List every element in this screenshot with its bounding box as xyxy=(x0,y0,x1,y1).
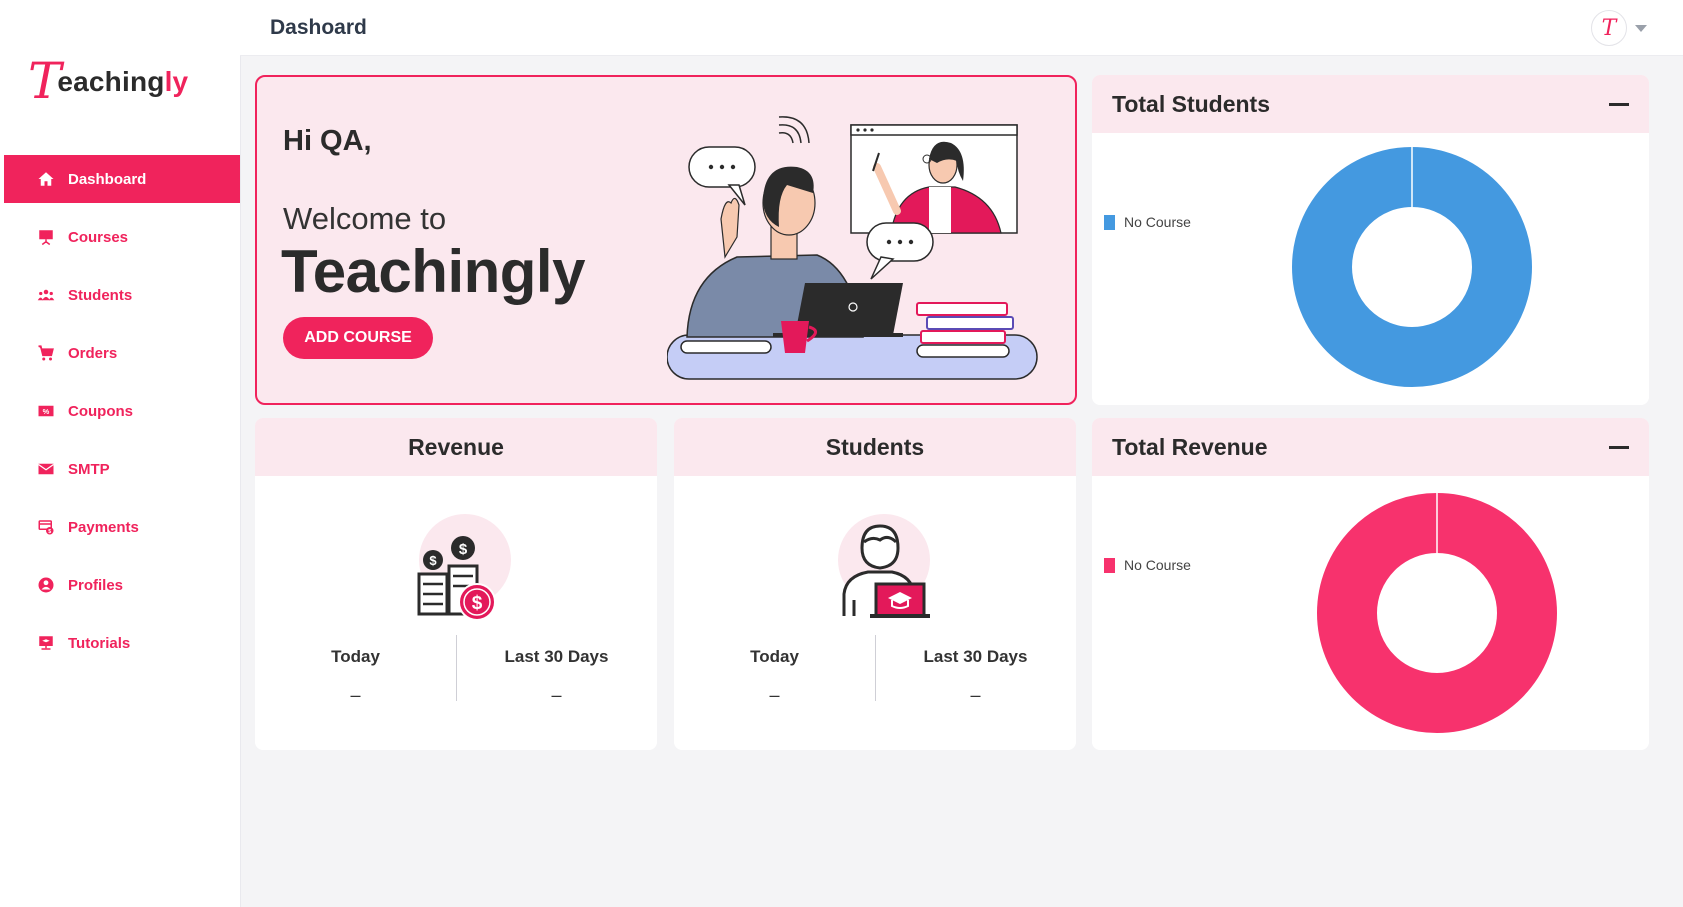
panel-title: Total Revenue xyxy=(1112,433,1268,460)
total-students-card: Total Students No Course xyxy=(1092,75,1649,405)
panel-header: Total Students xyxy=(1092,75,1649,133)
revenue-stats: Today – Last 30 Days – xyxy=(255,633,657,713)
students-today: Today – xyxy=(674,633,875,713)
payments-icon: $ xyxy=(34,518,58,536)
sidebar-item-label: Tutorials xyxy=(68,634,131,652)
panel-header: Revenue xyxy=(255,418,657,476)
sidebar-item-coupons[interactable]: % Coupons xyxy=(4,387,240,435)
stat-label: Today xyxy=(750,647,799,666)
sidebar-item-orders[interactable]: Orders xyxy=(4,329,240,377)
divider xyxy=(875,635,876,701)
panel-title: Revenue xyxy=(408,433,504,460)
panel-header: Total Revenue xyxy=(1092,418,1649,476)
panel-header: Students xyxy=(674,418,1076,476)
cart-icon xyxy=(34,344,58,362)
page-title: Dashoard xyxy=(270,16,367,39)
chevron-down-icon[interactable] xyxy=(1635,24,1647,32)
users-icon xyxy=(34,286,58,304)
teachingly-logo[interactable]: T eachingly xyxy=(28,56,188,106)
welcome-text: Welcome to xyxy=(283,201,447,236)
svg-text:%: % xyxy=(43,407,50,416)
total-revenue-donut-chart xyxy=(1317,493,1557,733)
logo-mark: T xyxy=(28,52,62,110)
sidebar-item-label: Orders xyxy=(68,344,118,362)
top-header: Dashoard T xyxy=(240,0,1683,56)
sidebar-item-dashboard[interactable]: Dashboard xyxy=(4,155,240,203)
user-circle-icon xyxy=(34,576,58,594)
sidebar-item-label: Coupons xyxy=(68,402,133,420)
stat-value: – xyxy=(769,685,780,705)
sidebar-item-label: Dashboard xyxy=(68,170,147,188)
avatar[interactable]: T xyxy=(1591,10,1627,46)
tutorial-icon xyxy=(34,634,58,652)
logo-text: eachingly xyxy=(57,66,189,97)
revenue-last-30-days: Last 30 Days – xyxy=(456,633,657,713)
stat-label: Today xyxy=(331,647,380,666)
minimize-icon[interactable] xyxy=(1609,446,1629,449)
sidebar-item-courses[interactable]: Courses xyxy=(4,213,240,261)
panel-title: Students xyxy=(825,433,925,460)
sidebar: T eachingly Dashboard Courses Students O… xyxy=(0,0,240,907)
revenue-today: Today – xyxy=(255,633,456,713)
svg-text:$: $ xyxy=(459,541,468,558)
greeting: Hi QA, xyxy=(283,125,372,157)
mail-icon xyxy=(34,460,58,478)
stat-value: – xyxy=(551,685,562,705)
sidebar-item-payments[interactable]: $ Payments xyxy=(4,503,240,551)
students-stats: Today – Last 30 Days – xyxy=(674,633,1076,713)
students-last-30-days: Last 30 Days – xyxy=(875,633,1076,713)
coupon-icon: % xyxy=(34,402,58,420)
divider xyxy=(456,635,457,701)
panel-title: Total Students xyxy=(1112,90,1271,117)
student-laptop-icon xyxy=(838,514,930,618)
sidebar-nav: Dashboard Courses Students Orders % Coup… xyxy=(4,155,240,677)
sidebar-item-label: Profiles xyxy=(68,576,124,594)
svg-text:$: $ xyxy=(48,529,51,535)
welcome-banner: Hi QA, Welcome to Teachingly ADD COURSE xyxy=(255,75,1077,405)
svg-text:$: $ xyxy=(429,553,437,568)
stat-label: Last 30 Days xyxy=(923,647,1028,666)
sidebar-item-label: Payments xyxy=(68,518,139,536)
presentation-icon xyxy=(34,228,58,246)
sidebar-item-students[interactable]: Students xyxy=(4,271,240,319)
teacher-illustration xyxy=(667,116,1038,380)
svg-text:$: $ xyxy=(472,593,483,614)
minimize-icon[interactable] xyxy=(1609,103,1629,106)
welcome-brand: Teachingly xyxy=(281,238,585,305)
sidebar-item-label: Students xyxy=(68,286,133,304)
sidebar-item-label: SMTP xyxy=(68,460,110,478)
sidebar-item-tutorials[interactable]: Tutorials xyxy=(4,619,240,667)
stat-label: Last 30 Days xyxy=(504,647,609,666)
sidebar-item-label: Courses xyxy=(68,228,129,246)
add-course-button[interactable]: ADD COURSE xyxy=(283,317,433,359)
total-students-donut-chart xyxy=(1292,147,1532,387)
stat-value: – xyxy=(970,685,981,705)
revenue-card: Revenue $ $ $ Today – Last 30 Days – xyxy=(255,418,657,750)
students-card: Students Today – Last 30 Days – xyxy=(674,418,1076,750)
sidebar-item-smtp[interactable]: SMTP xyxy=(4,445,240,493)
user-menu[interactable]: T xyxy=(1591,10,1647,46)
sidebar-item-profiles[interactable]: Profiles xyxy=(4,561,240,609)
revenue-coins-icon: $ $ $ xyxy=(417,514,511,621)
stat-value: – xyxy=(350,685,361,705)
total-revenue-card: Total Revenue No Course xyxy=(1092,418,1649,750)
home-icon xyxy=(34,170,58,188)
